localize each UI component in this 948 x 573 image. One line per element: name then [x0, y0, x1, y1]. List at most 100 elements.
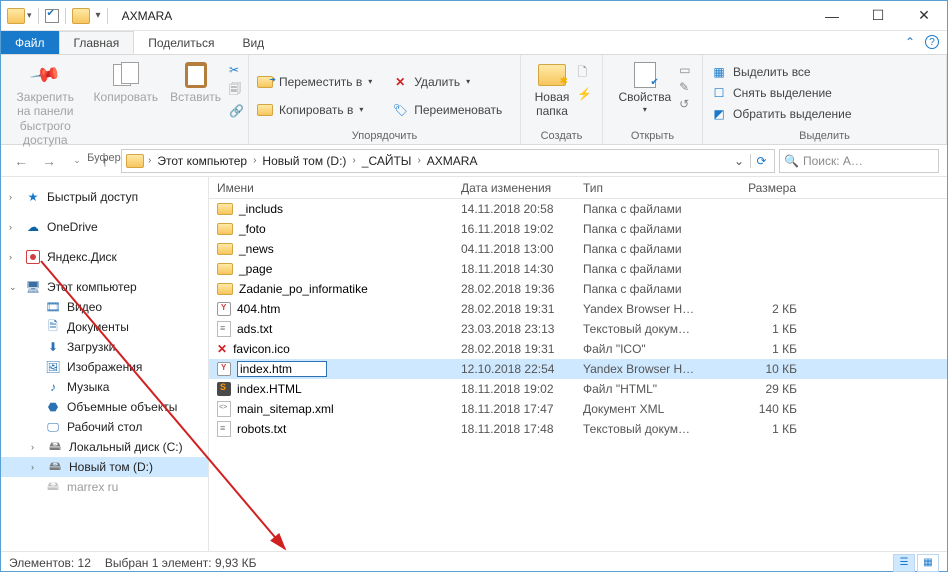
file-row[interactable]: _includs14.11.2018 20:58Папка с файлами [209, 199, 947, 219]
sidebar-item-pictures[interactable]: 🖼Изображения [1, 357, 208, 377]
refresh-button[interactable]: ⟳ [750, 154, 772, 168]
chevron-right-icon[interactable]: › [148, 155, 151, 166]
star-icon: ★ [25, 189, 41, 205]
breadcrumb-segment[interactable]: AXMARA [423, 154, 482, 168]
copy-to-button[interactable]: Копировать в ▾ [253, 101, 376, 119]
paste-button[interactable]: Вставить [166, 59, 225, 106]
expand-arrow-icon[interactable]: › [31, 462, 41, 472]
sidebar-item-yandex-disk[interactable]: › Яндекс.Диск [1, 247, 208, 267]
sidebar-item-d-drive[interactable]: ›🖴Новый том (D:) [1, 457, 208, 477]
tab-view[interactable]: Вид [228, 31, 278, 54]
chevron-down-icon[interactable]: ⌄ [730, 154, 748, 168]
sidebar-item-documents[interactable]: 🗎Документы [1, 317, 208, 337]
recent-locations-button[interactable]: ⌄ [65, 149, 89, 173]
edit-icon[interactable]: ✎ [679, 80, 690, 94]
ribbon-collapse-icon[interactable]: ⌃ [905, 35, 915, 49]
sidebar-item-downloads[interactable]: ⬇Загрузки [1, 337, 208, 357]
sidebar-item-music[interactable]: ♪Музыка [1, 377, 208, 397]
invert-selection-button[interactable]: ◩ Обратить выделение [707, 105, 856, 123]
sidebar-item-quick-access[interactable]: › ★ Быстрый доступ [1, 187, 208, 207]
close-button[interactable]: ✕ [901, 2, 947, 30]
file-row[interactable]: index.htm12.10.2018 22:54Yandex Browser … [209, 359, 947, 379]
new-item-icon[interactable]: 🗋 [577, 63, 592, 84]
file-row[interactable]: index.HTML18.11.2018 19:02Файл "HTML"29 … [209, 379, 947, 399]
file-row[interactable]: main_sitemap.xml18.11.2018 17:47Документ… [209, 399, 947, 419]
qat-dropdown-icon[interactable]: ▾ [27, 10, 32, 21]
move-to-button[interactable]: ➜ Переместить в ▾ [253, 73, 376, 91]
sidebar-item-c-drive[interactable]: ›🖴Локальный диск (C:) [1, 437, 208, 457]
maximize-button[interactable]: ☐ [855, 2, 901, 30]
sidebar-item-video[interactable]: 🎞Видео [1, 297, 208, 317]
breadcrumb-segment[interactable]: Новый том (D:) [258, 154, 350, 168]
move-to-icon: ➜ [257, 74, 273, 90]
sidebar-item-extra[interactable]: 🖴marrex ru [1, 477, 208, 497]
back-button[interactable]: ← [9, 149, 33, 173]
easy-access-icon[interactable]: ⚡ [577, 87, 592, 101]
breadcrumb[interactable]: › Этот компьютер › Новый том (D:) › _САЙ… [121, 149, 775, 173]
rename-button[interactable]: 🏷 Переименовать [388, 101, 506, 119]
file-row[interactable]: robots.txt18.11.2018 17:48Текстовый доку… [209, 419, 947, 439]
file-row[interactable]: 404.htm28.02.2018 19:31Yandex Browser H…… [209, 299, 947, 319]
tab-file[interactable]: Файл [1, 31, 59, 54]
file-row[interactable]: ads.txt23.03.2018 23:13Текстовый докум…1… [209, 319, 947, 339]
paste-shortcut-icon[interactable]: 🔗 [229, 104, 244, 118]
expand-arrow-icon[interactable]: › [9, 252, 19, 262]
view-details-button[interactable]: ☰ [893, 554, 915, 572]
file-date: 18.11.2018 14:30 [453, 262, 575, 276]
tab-home[interactable]: Главная [59, 31, 135, 54]
open-icon[interactable]: ▭ [679, 63, 690, 77]
history-icon[interactable]: ↺ [679, 97, 690, 111]
sidebar-item-this-pc[interactable]: ⌄ 🖥 Этот компьютер [1, 277, 208, 297]
delete-button[interactable]: ✕ Удалить ▾ [388, 73, 506, 91]
folder-icon[interactable] [72, 8, 90, 24]
cut-icon[interactable]: ✂ [229, 63, 244, 77]
expand-arrow-icon[interactable]: › [9, 192, 19, 202]
search-input[interactable]: 🔍 Поиск: A… [779, 149, 939, 173]
column-date[interactable]: Дата изменения [453, 181, 575, 195]
chevron-right-icon[interactable]: › [417, 155, 420, 166]
drive-icon: 🖴 [45, 479, 61, 495]
rename-input[interactable]: index.htm [237, 361, 327, 377]
properties-button[interactable]: ✔ Свойства ▾ [614, 59, 675, 117]
yandex-disk-icon [25, 249, 41, 265]
folder-icon[interactable] [7, 8, 25, 24]
forward-button[interactable]: → [37, 149, 61, 173]
breadcrumb-segment[interactable]: Этот компьютер [153, 154, 251, 168]
file-row[interactable]: ✕favicon.ico28.02.2018 19:31Файл "ICO"1 … [209, 339, 947, 359]
column-name[interactable]: Имени [209, 181, 453, 195]
new-folder-button[interactable]: Новая папка [531, 59, 574, 121]
file-name: _foto [239, 222, 266, 236]
minimize-button[interactable]: — [809, 2, 855, 30]
breadcrumb-segment[interactable]: _САЙТЫ [358, 154, 416, 168]
folder-icon [217, 203, 233, 215]
file-row[interactable]: _news04.11.2018 13:00Папка с файлами [209, 239, 947, 259]
column-type[interactable]: Тип [575, 181, 727, 195]
pin-to-quick-access-button[interactable]: 📌 Закрепить на панели быстрого доступа [5, 59, 86, 150]
tab-share[interactable]: Поделиться [134, 31, 228, 54]
sidebar-item-onedrive[interactable]: › ☁ OneDrive [1, 217, 208, 237]
file-row[interactable]: _foto16.11.2018 19:02Папка с файлами [209, 219, 947, 239]
file-row[interactable]: _page18.11.2018 14:30Папка с файлами [209, 259, 947, 279]
chevron-right-icon[interactable]: › [253, 155, 256, 166]
chevron-right-icon[interactable]: › [352, 155, 355, 166]
file-row[interactable]: Zadanie_po_informatike28.02.2018 19:36Па… [209, 279, 947, 299]
documents-icon: 🗎 [45, 319, 61, 335]
sidebar-item-desktop[interactable]: 🖵Рабочий стол [1, 417, 208, 437]
up-button[interactable]: ↑ [93, 149, 117, 173]
expand-arrow-icon[interactable]: › [9, 222, 19, 232]
copy-path-icon[interactable]: 🗐 [229, 80, 244, 101]
column-size[interactable]: Размера [727, 181, 815, 195]
collapse-arrow-icon[interactable]: ⌄ [9, 282, 19, 293]
yandex-browser-file-icon [217, 302, 231, 316]
overflow-icon[interactable]: ▾ [96, 10, 101, 21]
expand-arrow-icon[interactable]: › [31, 442, 41, 452]
file-type: Папка с файлами [575, 282, 727, 296]
select-all-button[interactable]: ▦ Выделить все [707, 63, 856, 81]
file-date: 16.11.2018 19:02 [453, 222, 575, 236]
copy-button[interactable]: Копировать [90, 59, 163, 106]
select-none-button[interactable]: ☐ Снять выделение [707, 84, 856, 102]
view-large-icons-button[interactable]: ▦ [917, 554, 939, 572]
properties-qat-icon[interactable] [45, 9, 59, 23]
help-icon[interactable]: ? [925, 35, 939, 49]
sidebar-item-3d-objects[interactable]: ⬣Объемные объекты [1, 397, 208, 417]
